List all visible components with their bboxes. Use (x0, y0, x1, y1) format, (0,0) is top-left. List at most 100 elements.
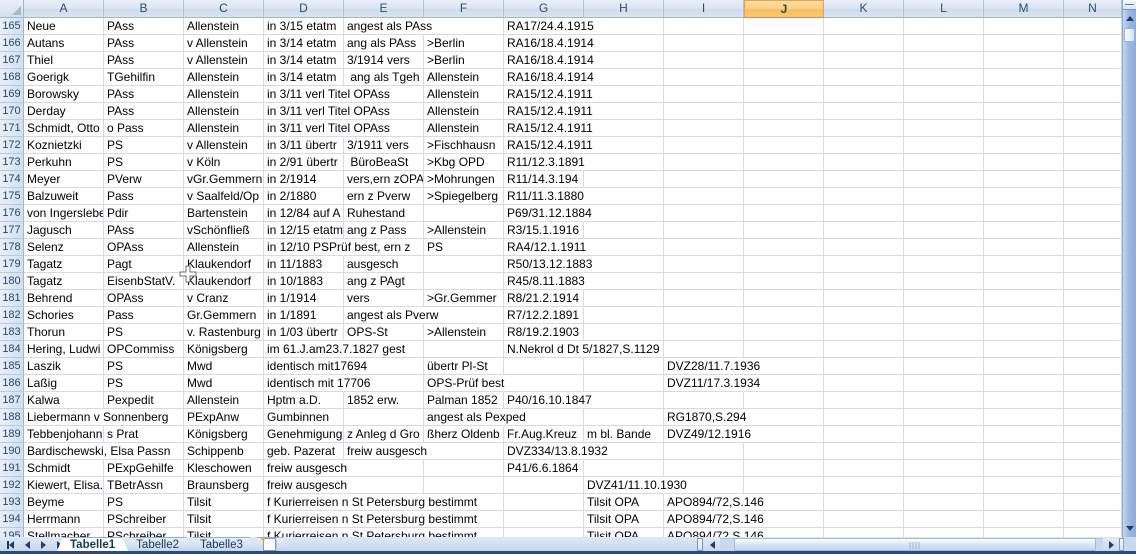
cell[interactable] (664, 86, 744, 103)
cell[interactable] (424, 205, 504, 222)
column-header-M[interactable]: M (984, 0, 1064, 18)
cell[interactable] (824, 256, 904, 273)
cell[interactable] (664, 171, 744, 188)
cell[interactable] (1064, 120, 1122, 137)
cell[interactable] (584, 324, 664, 341)
cell[interactable]: 3/1911 vers (344, 137, 424, 154)
cell[interactable]: Klaukendorf (184, 256, 264, 273)
cell[interactable] (744, 409, 824, 426)
cell[interactable]: PS (424, 239, 504, 256)
cell[interactable]: Herrmann (24, 511, 104, 528)
cell[interactable] (744, 477, 824, 494)
cell[interactable] (904, 86, 984, 103)
cell[interactable]: PS (104, 358, 184, 375)
cell[interactable] (664, 273, 744, 290)
cell[interactable]: Tilsit OPA (584, 511, 664, 528)
cell[interactable] (904, 103, 984, 120)
cell[interactable] (744, 154, 824, 171)
cell[interactable]: Schmidt (24, 460, 104, 477)
cell[interactable]: R7/12.2.1891 (504, 307, 584, 324)
cell[interactable] (664, 137, 744, 154)
cell[interactable] (1064, 154, 1122, 171)
cell[interactable]: >Gr.Gemmer (424, 290, 504, 307)
column-header-F[interactable]: F (424, 0, 504, 18)
cell[interactable]: PSchreiber (104, 511, 184, 528)
cell[interactable] (1064, 494, 1122, 511)
cell[interactable]: Thiel (24, 52, 104, 69)
column-header-H[interactable]: H (584, 0, 664, 18)
cell[interactable] (584, 256, 664, 273)
cell[interactable] (664, 69, 744, 86)
cell[interactable] (584, 239, 664, 256)
cell[interactable]: Kiewert, Elisa. (24, 477, 104, 494)
cell[interactable] (584, 18, 664, 35)
cell[interactable] (1064, 205, 1122, 222)
cell[interactable]: f Kurierreisen n St Petersburg bestimmt (264, 494, 477, 511)
cell[interactable]: R3/15.1.1916 (504, 222, 584, 239)
cell[interactable] (584, 35, 664, 52)
row-header-167[interactable]: 167 (0, 52, 24, 69)
cell[interactable]: R11/14.3.194 (504, 171, 584, 188)
row-header-186[interactable]: 186 (0, 375, 24, 392)
cell[interactable]: freiw ausgesch (264, 460, 347, 477)
cell[interactable] (344, 477, 424, 494)
cell[interactable] (584, 409, 664, 426)
cell[interactable] (584, 188, 664, 205)
cell[interactable] (584, 103, 664, 120)
cell[interactable]: Klaukendorf (184, 273, 264, 290)
cell[interactable] (984, 69, 1064, 86)
cell[interactable] (984, 528, 1064, 537)
cell[interactable] (664, 324, 744, 341)
row-header-185[interactable]: 185 (0, 358, 24, 375)
cell[interactable]: TBetrAssn (104, 477, 184, 494)
cell[interactable] (824, 239, 904, 256)
cell[interactable] (824, 324, 904, 341)
cell[interactable] (824, 460, 904, 477)
cell[interactable]: Allenstein (424, 86, 504, 103)
cell[interactable] (664, 256, 744, 273)
cell[interactable]: Gumbinnen (264, 409, 344, 426)
cell[interactable]: Laszik (24, 358, 104, 375)
cell[interactable]: >Mohrungen (424, 171, 504, 188)
row-header-178[interactable]: 178 (0, 239, 24, 256)
cell[interactable]: PAss (104, 86, 184, 103)
cell[interactable]: PAss (104, 222, 184, 239)
cell[interactable] (424, 341, 504, 358)
row-header-172[interactable]: 172 (0, 137, 24, 154)
column-header-N[interactable]: N (1064, 0, 1122, 18)
cell[interactable]: PSchreiber (104, 528, 184, 537)
cell[interactable]: Meyer (24, 171, 104, 188)
cell[interactable]: Genehmigung (264, 426, 344, 443)
cell[interactable]: Allenstein (184, 103, 264, 120)
cell[interactable]: 1852 erw. (344, 392, 424, 409)
cell[interactable] (1064, 341, 1122, 358)
cell[interactable] (1064, 324, 1122, 341)
cell[interactable] (1064, 86, 1122, 103)
cell[interactable]: PS (104, 375, 184, 392)
cell[interactable] (904, 52, 984, 69)
cell[interactable] (824, 307, 904, 324)
cell[interactable] (984, 324, 1064, 341)
cell[interactable] (984, 239, 1064, 256)
cell[interactable]: in 12/84 auf A (264, 205, 344, 222)
cell[interactable]: v Allenstein (184, 52, 264, 69)
cell[interactable]: in 3/11 übertr (264, 137, 344, 154)
cell[interactable]: v Allenstein (184, 137, 264, 154)
cell[interactable]: Schippenb (184, 443, 264, 460)
row-header-171[interactable]: 171 (0, 120, 24, 137)
scroll-left-button[interactable] (704, 538, 720, 551)
cell[interactable] (584, 86, 664, 103)
cell[interactable]: übertr Pl-St (424, 358, 504, 375)
cell[interactable]: Pdir (104, 205, 184, 222)
cell[interactable] (824, 18, 904, 35)
cell[interactable]: angest als PAss (344, 18, 432, 35)
cell[interactable] (744, 222, 824, 239)
cell[interactable]: R11/12.3.1891 (504, 154, 585, 171)
cell[interactable]: DVZ28/11.7.1936 (664, 358, 760, 375)
cell[interactable] (984, 511, 1064, 528)
cell[interactable] (904, 443, 984, 460)
cell[interactable]: RA15/12.4.1911 (504, 103, 593, 120)
cell[interactable]: m bl. Bande (584, 426, 664, 443)
cell[interactable]: Gr.Gemmern (184, 307, 264, 324)
cell[interactable] (424, 256, 504, 273)
